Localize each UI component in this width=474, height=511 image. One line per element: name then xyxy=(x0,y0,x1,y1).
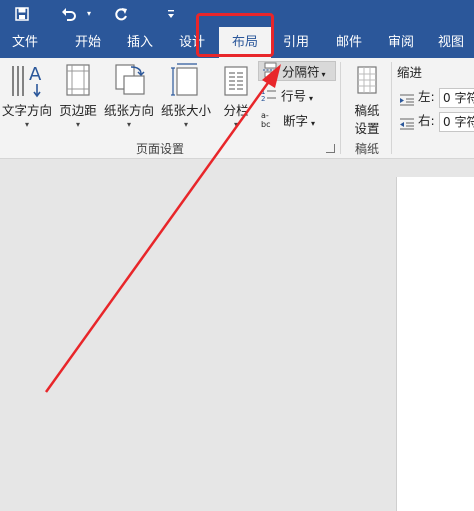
annotation-arrow xyxy=(44,64,281,393)
